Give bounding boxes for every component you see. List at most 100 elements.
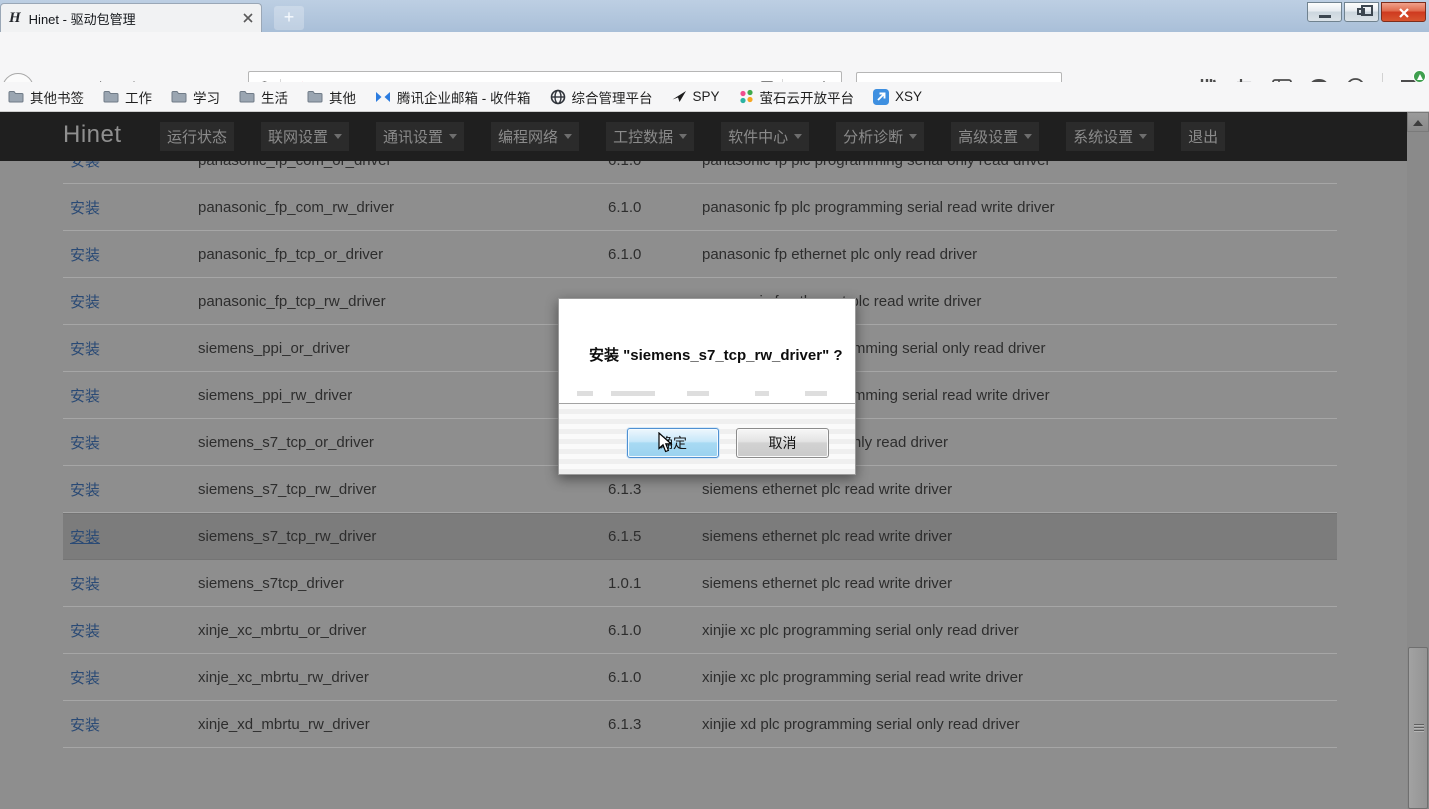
bookmark-folder-work[interactable]: 工作 bbox=[103, 87, 152, 107]
browser-toolbar: 192.168.9.99/cgi-bin/luci/;stok=489fe39e… bbox=[0, 32, 1429, 82]
nav-item-label: 运行状态 bbox=[167, 126, 227, 147]
bookmark-folder-misc[interactable]: 其他 bbox=[307, 87, 356, 107]
bookmark-folder-other[interactable]: 其他书签 bbox=[8, 87, 84, 107]
window-close-button[interactable] bbox=[1381, 2, 1426, 22]
browser-tab[interactable]: H Hinet - 驱动包管理 bbox=[0, 3, 262, 32]
table-row: 安装xinje_xc_mbrtu_rw_driver6.1.0xinjie xc… bbox=[63, 654, 1337, 701]
nav-item-8[interactable]: 高级设置 bbox=[951, 122, 1039, 151]
nav-item-7[interactable]: 分析诊断 bbox=[836, 122, 924, 151]
install-link[interactable]: 安装 bbox=[63, 385, 198, 406]
nav-item-label: 高级设置 bbox=[958, 126, 1018, 147]
install-link[interactable]: 安装 bbox=[63, 573, 198, 594]
cancel-button[interactable]: 取消 bbox=[736, 428, 829, 458]
bookmarks-bar: 其他书签 工作 学习 生活 其他 腾讯企业邮箱 - 收件箱 综合管理平台 SPY… bbox=[0, 82, 1429, 112]
install-link[interactable]: 安装 bbox=[63, 620, 198, 641]
dialog-message: 安装 "siemens_s7_tcp_rw_driver" ? bbox=[589, 344, 843, 365]
table-row: 安装panasonic_fp_com_or_driver6.1.0panason… bbox=[63, 161, 1337, 184]
install-link[interactable]: 安装 bbox=[63, 432, 198, 453]
nav-item-9[interactable]: 系统设置 bbox=[1066, 122, 1154, 151]
chevron-down-icon bbox=[679, 134, 687, 139]
bookmark-tencent-exmail[interactable]: 腾讯企业邮箱 - 收件箱 bbox=[375, 87, 531, 107]
driver-name: siemens_ppi_rw_driver bbox=[198, 387, 608, 404]
install-confirm-dialog: 安装 "siemens_s7_tcp_rw_driver" ? 确定 取消 bbox=[558, 298, 856, 475]
bookmark-folder-study[interactable]: 学习 bbox=[171, 87, 220, 107]
driver-name: xinje_xc_mbrtu_or_driver bbox=[198, 622, 608, 639]
nav-item-label: 工控数据 bbox=[613, 126, 673, 147]
bookmark-mgmt-platform[interactable]: 综合管理平台 bbox=[550, 87, 653, 107]
driver-version: 1.0.1 bbox=[608, 575, 702, 592]
chevron-down-icon bbox=[1139, 134, 1147, 139]
driver-description: xinjie xd plc programming serial only re… bbox=[702, 716, 1337, 733]
ezviz-dots-icon bbox=[739, 89, 754, 104]
nav-item-5[interactable]: 工控数据 bbox=[606, 122, 694, 151]
nav-item-label: 联网设置 bbox=[268, 126, 328, 147]
nav-item-label: 系统设置 bbox=[1073, 126, 1133, 147]
install-link[interactable]: 安装 bbox=[63, 526, 198, 547]
driver-name: xinje_xc_mbrtu_rw_driver bbox=[198, 669, 608, 686]
new-tab-button[interactable]: + bbox=[274, 6, 304, 30]
driver-name: panasonic_fp_com_rw_driver bbox=[198, 199, 608, 216]
nav-item-2[interactable]: 联网设置 bbox=[261, 122, 349, 151]
nav-item-4[interactable]: 编程网络 bbox=[491, 122, 579, 151]
driver-version: 6.1.5 bbox=[608, 528, 702, 545]
bookmark-ezviz[interactable]: 萤石云开放平台 bbox=[739, 87, 855, 107]
nav-item-3[interactable]: 通讯设置 bbox=[376, 122, 464, 151]
driver-description: siemens ethernet plc read write driver bbox=[702, 575, 1337, 592]
install-link[interactable]: 安装 bbox=[63, 197, 198, 218]
driver-version: 6.1.0 bbox=[608, 199, 702, 216]
nav-item-label: 编程网络 bbox=[498, 126, 558, 147]
table-row: 安装xinje_xd_mbrtu_rw_driver6.1.3xinjie xd… bbox=[63, 701, 1337, 748]
driver-description: xinjie xc plc programming serial read wr… bbox=[702, 669, 1337, 686]
page-viewport: Hinet 运行状态联网设置通讯设置编程网络工控数据软件中心分析诊断高级设置系统… bbox=[0, 112, 1407, 809]
driver-name: panasonic_fp_com_or_driver bbox=[198, 161, 608, 169]
table-row: 安装panasonic_fp_tcp_or_driver6.1.0panason… bbox=[63, 231, 1337, 278]
chevron-down-icon bbox=[794, 134, 802, 139]
nav-item-10[interactable]: 退出 bbox=[1181, 122, 1225, 151]
driver-name: siemens_s7_tcp_or_driver bbox=[198, 434, 608, 451]
window-controls bbox=[1307, 2, 1426, 22]
scroll-up-arrow-icon[interactable] bbox=[1407, 112, 1429, 132]
install-link[interactable]: 安装 bbox=[63, 714, 198, 735]
titlebar: H Hinet - 驱动包管理 + bbox=[0, 0, 1429, 32]
vertical-scrollbar[interactable] bbox=[1407, 112, 1429, 809]
bookmark-spy[interactable]: SPY bbox=[672, 89, 720, 104]
tab-title: Hinet - 驱动包管理 bbox=[29, 9, 235, 28]
install-link[interactable]: 安装 bbox=[63, 479, 198, 500]
nav-item-label: 软件中心 bbox=[728, 126, 788, 147]
site-nav: Hinet 运行状态联网设置通讯设置编程网络工控数据软件中心分析诊断高级设置系统… bbox=[0, 112, 1407, 161]
nav-item-6[interactable]: 软件中心 bbox=[721, 122, 809, 151]
driver-name: siemens_ppi_or_driver bbox=[198, 340, 608, 357]
scrollbar-thumb[interactable] bbox=[1408, 647, 1428, 809]
confirm-button[interactable]: 确定 bbox=[627, 428, 719, 458]
driver-description: xinjie xc plc programming serial only re… bbox=[702, 622, 1337, 639]
chevron-down-icon bbox=[334, 134, 342, 139]
install-link[interactable]: 安装 bbox=[63, 667, 198, 688]
install-link[interactable]: 安装 bbox=[63, 338, 198, 359]
install-link[interactable]: 安装 bbox=[63, 161, 198, 171]
driver-version: 6.1.0 bbox=[608, 622, 702, 639]
bookmark-folder-life[interactable]: 生活 bbox=[239, 87, 288, 107]
install-link[interactable]: 安装 bbox=[63, 244, 198, 265]
window-minimize-button[interactable] bbox=[1307, 2, 1342, 22]
tab-close-icon[interactable] bbox=[243, 13, 253, 23]
nav-item-label: 退出 bbox=[1188, 126, 1218, 147]
driver-description: panasonic fp plc programming serial read… bbox=[702, 199, 1337, 216]
mouse-cursor bbox=[658, 432, 673, 453]
table-row: 安装xinje_xc_mbrtu_or_driver6.1.0xinjie xc… bbox=[63, 607, 1337, 654]
driver-name: panasonic_fp_tcp_rw_driver bbox=[198, 293, 608, 310]
table-row: 安装siemens_s7tcp_driver1.0.1siemens ether… bbox=[63, 560, 1337, 607]
driver-version: 6.1.0 bbox=[608, 246, 702, 263]
arrow-up-right-square-icon bbox=[873, 89, 889, 105]
window-restore-button[interactable] bbox=[1344, 2, 1379, 22]
driver-description: siemens ethernet plc read write driver bbox=[702, 481, 1337, 498]
driver-version: 6.1.0 bbox=[608, 161, 702, 169]
site-favicon-icon: H bbox=[9, 10, 21, 27]
dialog-footer: 确定 取消 bbox=[559, 403, 855, 474]
chevron-down-icon bbox=[449, 134, 457, 139]
driver-name: panasonic_fp_tcp_or_driver bbox=[198, 246, 608, 263]
install-link[interactable]: 安装 bbox=[63, 291, 198, 312]
driver-description: siemens ethernet plc read write driver bbox=[702, 528, 1337, 545]
tencent-exmail-icon bbox=[375, 91, 391, 103]
bookmark-xsy[interactable]: XSY bbox=[873, 89, 922, 105]
nav-item-1[interactable]: 运行状态 bbox=[160, 122, 234, 151]
